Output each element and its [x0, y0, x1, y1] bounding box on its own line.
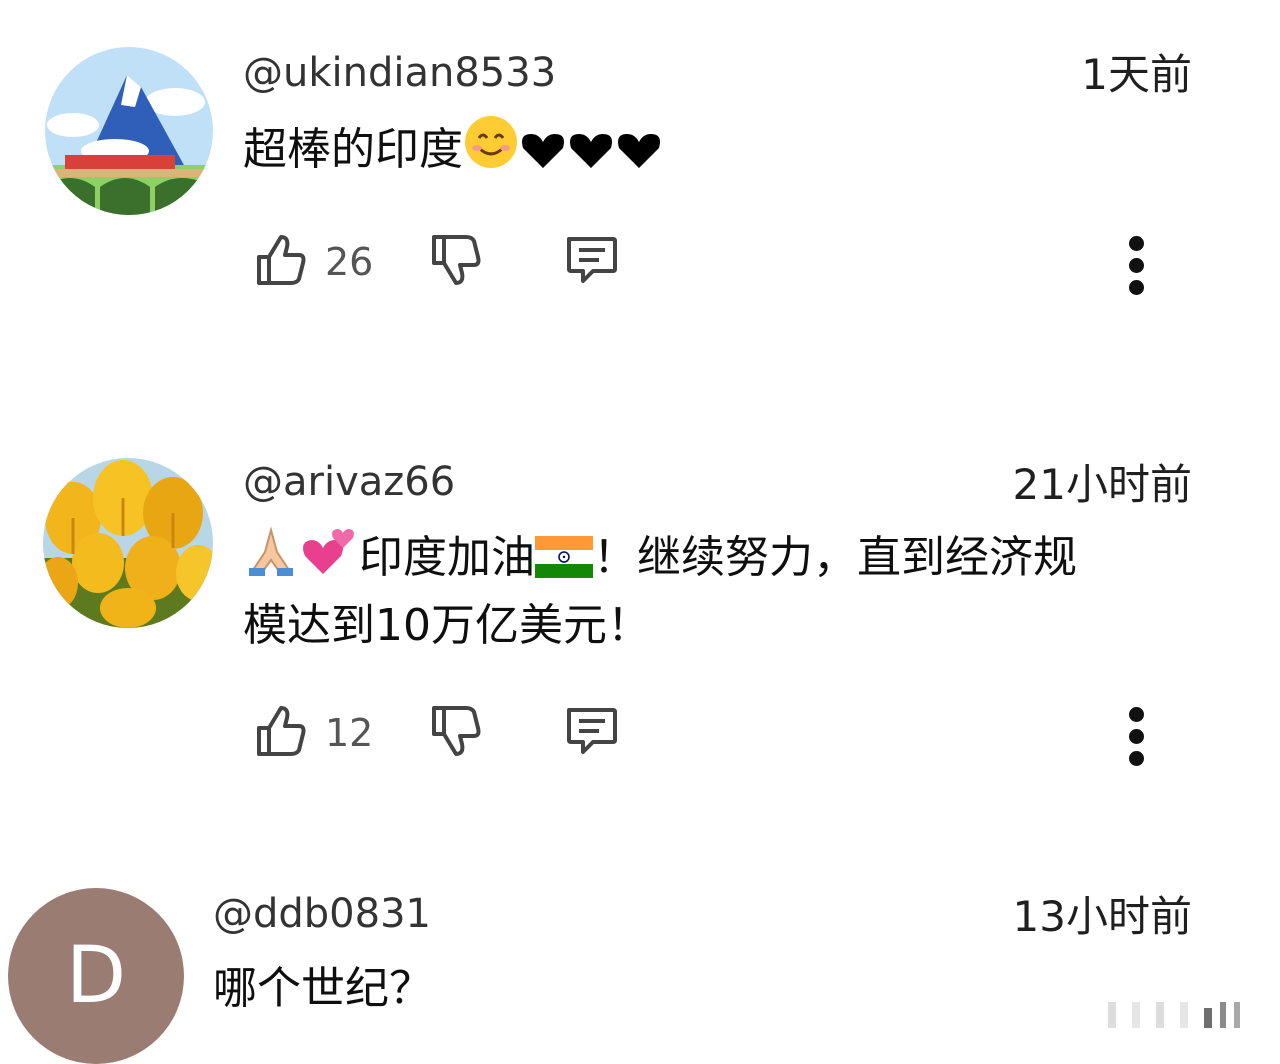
avatar-tulips[interactable]: [43, 458, 213, 628]
black-heart-icon: [519, 125, 567, 187]
mountain-avatar-image: [45, 47, 213, 215]
more-vertical-icon[interactable]: [1118, 703, 1158, 773]
folded-hands-emoji-icon: [243, 524, 299, 595]
black-heart-icon: [615, 125, 663, 187]
dislike-button[interactable]: [430, 703, 482, 763]
two-hearts-emoji-icon: [299, 524, 359, 595]
like-button[interactable]: 12: [255, 703, 373, 763]
reply-comment-icon: [563, 704, 619, 762]
avatar-letter-text: D: [65, 931, 127, 1021]
comment-timestamp: 1天前: [1081, 50, 1192, 99]
comment-actions: 12: [255, 703, 1195, 766]
comment-1: @ukindian8533 1天前 超棒的印度 26: [0, 0, 1280, 360]
like-count: 26: [325, 240, 374, 284]
comment-timestamp: 21小时前: [1012, 460, 1192, 509]
comment-text: 哪个世纪？: [213, 963, 433, 1014]
reply-comment-icon: [563, 233, 619, 291]
like-count: 12: [325, 711, 374, 755]
comment-2: @arivaz66 21小时前 印度加油 ！继续努力，直到经济规 模达到10万亿美…: [0, 430, 1280, 800]
reply-button[interactable]: [563, 232, 619, 292]
smiling-face-emoji-icon: [463, 114, 519, 187]
watermark-logo: [1102, 998, 1252, 1032]
avatar-letter[interactable]: D: [8, 888, 184, 1064]
dislike-button[interactable]: [430, 232, 482, 292]
comment-text-line1-tail: ！继续努力，直到经济规: [593, 532, 1077, 583]
comment-3: D @ddb0831 13小时前 哪个世纪？: [0, 870, 1280, 1064]
comment-actions: 26: [255, 232, 1195, 295]
comment-author-handle[interactable]: @ddb0831: [213, 894, 431, 934]
more-vertical-icon[interactable]: [1118, 232, 1158, 302]
comment-body: 印度加油 ！继续努力，直到经济规 模达到10万亿美元！: [243, 524, 1193, 657]
comment-body: 超棒的印度: [243, 114, 663, 187]
black-heart-icon: [567, 125, 615, 187]
comment-body: 哪个世纪？: [213, 958, 433, 1020]
avatar-mountain[interactable]: [45, 47, 213, 215]
comment-text: 超棒的印度: [243, 124, 463, 175]
reply-button[interactable]: [563, 703, 619, 763]
comment-author-handle[interactable]: @ukindian8533: [243, 53, 556, 93]
comment-timestamp: 13小时前: [1012, 892, 1192, 941]
thumbs-up-icon: [255, 704, 307, 762]
india-flag-icon: [535, 533, 593, 595]
tulips-avatar-image: [43, 458, 213, 628]
thumbs-down-icon: [430, 704, 482, 762]
comment-author-handle[interactable]: @arivaz66: [243, 462, 455, 502]
thumbs-up-icon: [255, 233, 307, 291]
thumbs-down-icon: [430, 233, 482, 291]
comment-text-line1: 印度加油: [359, 532, 535, 583]
like-button[interactable]: 26: [255, 232, 373, 292]
comment-text-line2: 模达到10万亿美元！: [243, 600, 651, 651]
